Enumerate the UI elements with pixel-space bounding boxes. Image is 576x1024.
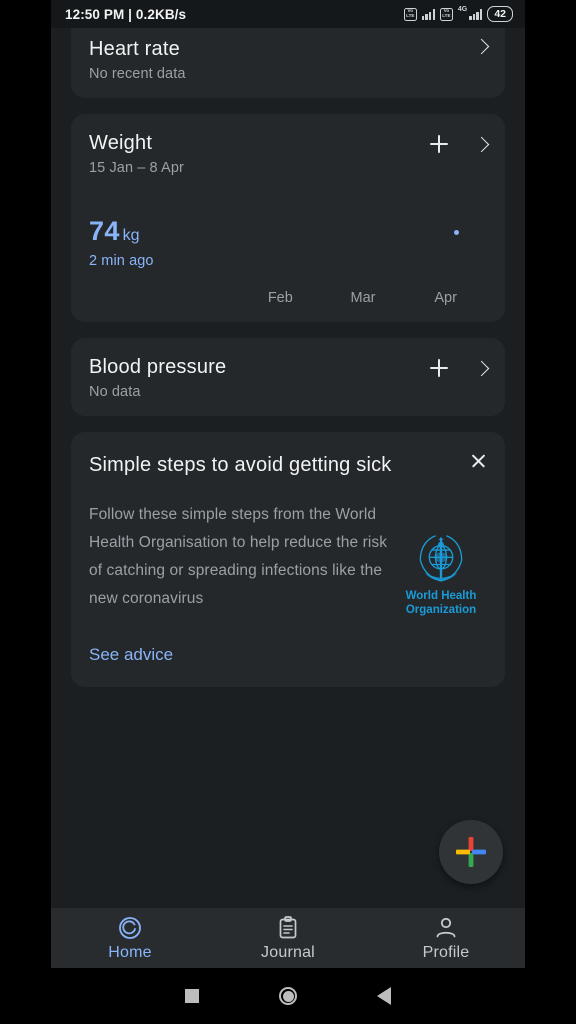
home-ring-icon: [119, 916, 141, 939]
card-who-tip[interactable]: Simple steps to avoid getting sick Follo…: [71, 432, 505, 687]
card-blood-pressure[interactable]: Blood pressure No data: [71, 338, 505, 416]
heart-rate-title: Heart rate: [89, 38, 180, 60]
card-heart-rate[interactable]: Heart rate No recent data: [71, 28, 505, 98]
weight-value: 74: [89, 216, 120, 246]
blood-pressure-title: Blood pressure: [89, 356, 227, 378]
network-type-label: 4G: [457, 6, 468, 13]
axis-tick-mar: Mar: [350, 290, 376, 306]
square-icon: [185, 989, 199, 1003]
weight-plot: Feb Mar Apr: [239, 190, 487, 306]
triangle-left-icon: [377, 987, 391, 1005]
who-logo-line2: Organization: [405, 603, 477, 616]
signal-bars-sim2: [469, 8, 483, 20]
weight-chart-area: 74 kg 2 min ago Feb Mar Apr: [89, 190, 487, 306]
android-system-navigation-bar: [0, 968, 576, 1024]
chevron-right-icon[interactable]: [473, 360, 490, 376]
status-time-and-network-speed: 12:50 PM | 0.2KB/s: [65, 6, 187, 22]
who-tip-content: Follow these simple steps from the World…: [89, 501, 487, 617]
nav-item-journal[interactable]: Journal: [209, 915, 367, 962]
add-entry-fab[interactable]: [439, 820, 503, 884]
who-logo-text: World Health Organization: [406, 590, 477, 617]
weight-unit: kg: [122, 227, 140, 244]
weight-data-point: [454, 230, 459, 235]
heart-rate-subtitle: No recent data: [89, 66, 186, 82]
nav-label-profile: Profile: [422, 943, 470, 961]
volte-icon-sim1: Vo LTE: [403, 7, 417, 21]
google-plus-icon: [456, 837, 486, 867]
nav-item-profile[interactable]: Profile: [367, 915, 525, 962]
blood-pressure-subtitle: No data: [89, 384, 141, 400]
chevron-right-icon[interactable]: [473, 136, 490, 152]
blood-pressure-actions: [430, 356, 490, 377]
heart-rate-header: Heart rate: [89, 38, 490, 61]
weight-timestamp: 2 min ago: [89, 253, 154, 269]
clipboard-icon: [279, 915, 297, 938]
home-scroll-area[interactable]: Heart rate No recent data Weight 15 Jan …: [51, 28, 525, 908]
weight-axis-labels: Feb Mar Apr: [239, 290, 487, 306]
volte-bottom-text-2: LTE: [442, 13, 451, 18]
circle-icon: [279, 987, 297, 1005]
volte-icon-sim2: Vo LTE: [439, 7, 453, 21]
status-bar: 12:50 PM | 0.2KB/s Vo LTE Vo LTE 4G 42: [51, 0, 525, 28]
see-advice-link[interactable]: See advice: [89, 645, 173, 665]
status-icons: Vo LTE Vo LTE 4G 42: [403, 6, 513, 22]
who-tip-body: Follow these simple steps from the World…: [89, 506, 388, 607]
bottom-navigation: Home Journal Profile: [51, 908, 525, 968]
blood-pressure-header: Blood pressure: [89, 356, 490, 379]
axis-tick-apr: Apr: [434, 290, 457, 306]
weight-actions: [430, 132, 490, 153]
nav-item-home[interactable]: Home: [51, 915, 209, 962]
axis-tick-feb: Feb: [267, 290, 293, 306]
who-tip-header: Simple steps to avoid getting sick: [89, 452, 487, 479]
back-button[interactable]: [336, 987, 432, 1005]
nav-label-home: Home: [108, 943, 152, 961]
recents-button[interactable]: [144, 989, 240, 1003]
who-logo: World Health Organization: [395, 501, 487, 617]
who-emblem-icon: [419, 535, 463, 582]
weight-header: Weight: [89, 132, 490, 155]
weight-title: Weight: [89, 132, 153, 154]
signal-bars-sim1: [421, 8, 435, 20]
phone-screen: 12:50 PM | 0.2KB/s Vo LTE Vo LTE 4G 42 H…: [51, 0, 525, 968]
card-weight[interactable]: Weight 15 Jan – 8 Apr 74 kg 2 min ago Feb…: [71, 114, 505, 322]
who-tip-title: Simple steps to avoid getting sick: [89, 454, 392, 476]
add-blood-pressure-icon[interactable]: [430, 359, 448, 377]
person-icon: [436, 917, 456, 937]
heart-rate-actions: [473, 38, 490, 55]
close-icon[interactable]: [470, 452, 487, 469]
who-logo-line1: World Health: [405, 590, 477, 602]
volte-bottom-text: LTE: [406, 13, 415, 18]
weight-latest-reading: 74 kg 2 min ago: [89, 216, 154, 269]
chevron-right-icon[interactable]: [473, 38, 490, 55]
weight-date-range: 15 Jan – 8 Apr: [89, 160, 184, 176]
add-weight-icon[interactable]: [430, 135, 448, 153]
battery-indicator: 42: [487, 6, 513, 22]
nav-label-journal: Journal: [261, 943, 315, 961]
home-button[interactable]: [240, 987, 336, 1005]
